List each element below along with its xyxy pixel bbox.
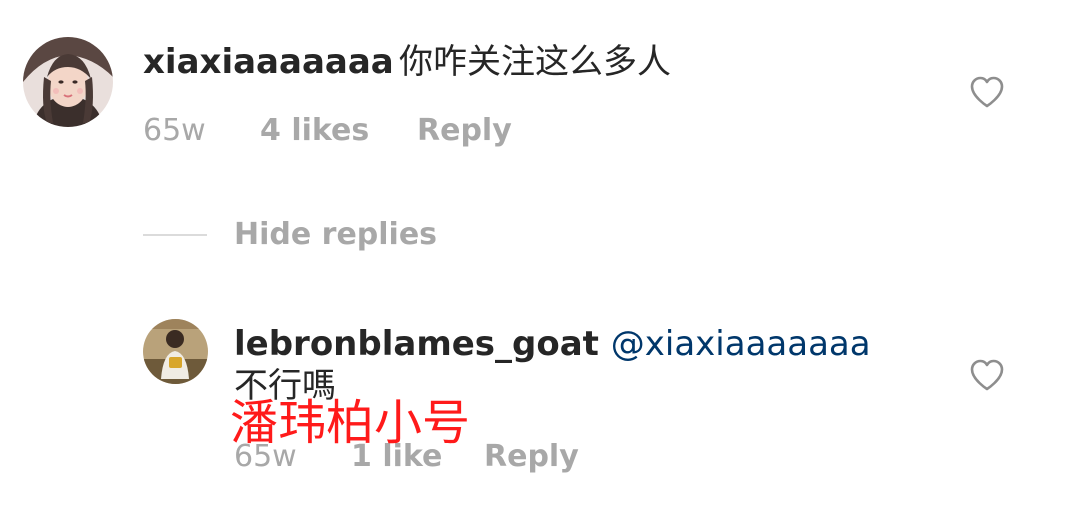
reply-mention-link[interactable]: @xiaxiaaaaaaa bbox=[611, 324, 871, 364]
reply-avatar[interactable] bbox=[143, 319, 208, 384]
avatar[interactable] bbox=[23, 37, 113, 127]
reply-reply-button[interactable]: Reply bbox=[484, 437, 579, 477]
comment-reply-button[interactable]: Reply bbox=[417, 111, 512, 151]
hide-replies-button[interactable]: Hide replies bbox=[234, 215, 437, 255]
comment-like-button[interactable] bbox=[969, 75, 1005, 109]
replies-divider-line bbox=[143, 234, 207, 236]
comment-likes-count[interactable]: 4 likes bbox=[260, 111, 369, 151]
overlay-annotation: 潘玮柏小号 bbox=[230, 395, 471, 451]
reply-username-text[interactable]: lebronblames_goat bbox=[234, 324, 599, 364]
comment-username[interactable]: xiaxiaaaaaaa bbox=[143, 40, 394, 84]
heart-outline-icon bbox=[970, 76, 1004, 108]
comment-thread: xiaxiaaaaaaa 你咋关注这么多人 65w 4 likes Reply … bbox=[0, 0, 1068, 517]
avatar-image bbox=[143, 319, 208, 384]
avatar-image bbox=[23, 37, 113, 127]
reply-like-button[interactable] bbox=[969, 358, 1005, 392]
comment-timestamp: 65w bbox=[143, 113, 206, 148]
heart-outline-icon bbox=[970, 359, 1004, 391]
comment-text: 你咋关注这么多人 bbox=[399, 42, 671, 82]
reply-username[interactable]: lebronblames_goat @xiaxiaaaaaaa bbox=[234, 322, 871, 366]
